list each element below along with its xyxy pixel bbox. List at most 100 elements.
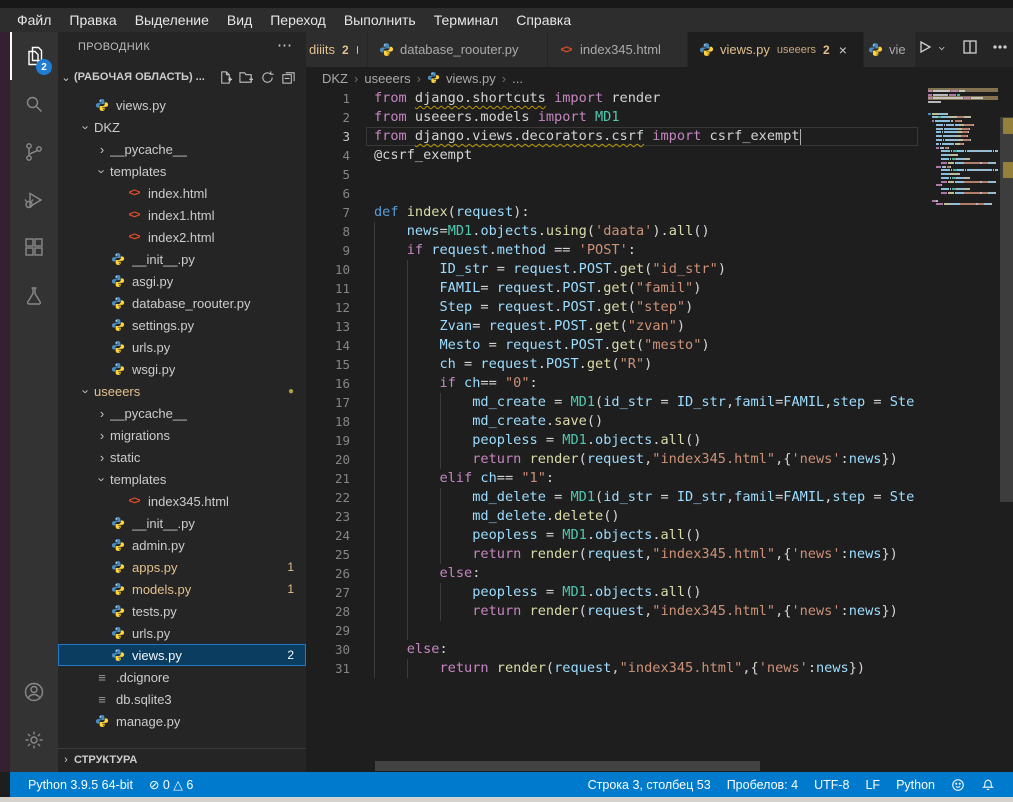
activity-source-control-icon[interactable] [10, 128, 58, 176]
tree-item-views.py[interactable]: views.py [58, 94, 306, 116]
feedback-icon[interactable] [943, 778, 973, 792]
tree-item-settings.py[interactable]: settings.py [58, 314, 306, 336]
cursor-position-status[interactable]: Строка 3, столбец 53 [580, 778, 719, 792]
tree-item-wsgi.py[interactable]: wsgi.py [58, 358, 306, 380]
tab-database_roouter.py[interactable]: database_roouter.py [368, 32, 548, 67]
code-line-16[interactable]: 16 if ch== "0": [306, 374, 922, 393]
breadcrumb-item-views.py[interactable]: views.py [446, 71, 496, 86]
menu-item-Переход[interactable]: Переход [261, 12, 335, 28]
code-line-25[interactable]: 25 return render(request,"index345.html"… [306, 545, 922, 564]
code-line-12[interactable]: 12 Step = request.POST.get("step") [306, 298, 922, 317]
tree-item-manage.py[interactable]: manage.py [58, 710, 306, 732]
tab-diiits[interactable]: diiits2 [306, 32, 368, 67]
tree-item-models.py[interactable]: models.py1 [58, 578, 306, 600]
tree-item-index2.html[interactable]: <>index2.html [58, 226, 306, 248]
refresh-icon[interactable] [260, 70, 275, 85]
tree-item-DKZ[interactable]: ›DKZ [58, 116, 306, 138]
python-interpreter-status[interactable]: Python 3.9.5 64-bit [20, 778, 141, 792]
tree-item-__pycache__[interactable]: ›__pycache__ [58, 138, 306, 160]
activity-run-debug-icon[interactable] [10, 176, 58, 224]
tree-item-.dcignore[interactable]: ≡.dcignore [58, 666, 306, 688]
breadcrumb-item-DKZ[interactable]: DKZ [322, 71, 348, 86]
code-line-4[interactable]: 4@csrf_exempt [306, 146, 922, 165]
tree-item-urls.py[interactable]: urls.py [58, 336, 306, 358]
eol-status[interactable]: LF [857, 778, 888, 792]
code-line-15[interactable]: 15 ch = request.POST.get("R") [306, 355, 922, 374]
problems-status[interactable]: ⊘ 0 △ 6 [141, 777, 201, 792]
activity-testing-icon[interactable] [10, 272, 58, 320]
code-line-24[interactable]: 24 peopless = MD1.objects.all() [306, 526, 922, 545]
code-line-11[interactable]: 11 FAMIL= request.POST.get("famil") [306, 279, 922, 298]
menu-item-Вид[interactable]: Вид [218, 12, 261, 28]
explorer-more-actions-icon[interactable]: ⋯ [277, 36, 292, 54]
collapse-all-icon[interactable] [281, 70, 296, 85]
language-mode-status[interactable]: Python [888, 778, 943, 792]
code-line-1[interactable]: 1from django.shortcuts import render [306, 89, 922, 108]
tree-item-urls.py[interactable]: urls.py [58, 622, 306, 644]
activity-extensions-icon[interactable] [10, 224, 58, 272]
code-line-3[interactable]: 3from django.views.decorators.csrf impor… [306, 127, 922, 146]
tree-item-migrations[interactable]: ›migrations [58, 424, 306, 446]
code-line-6[interactable]: 6 [306, 184, 922, 203]
tree-item-tests.py[interactable]: tests.py [58, 600, 306, 622]
tree-item-index345.html[interactable]: <>index345.html [58, 490, 306, 512]
code-line-19[interactable]: 19 peopless = MD1.objects.all() [306, 431, 922, 450]
code-line-30[interactable]: 30 else: [306, 640, 922, 659]
code-line-17[interactable]: 17 md_create = MD1(id_str = ID_str,famil… [306, 393, 922, 412]
code-line-29[interactable]: 29 [306, 621, 922, 640]
code-line-31[interactable]: 31 return render(request,"index345.html"… [306, 659, 922, 678]
tree-item-useeers[interactable]: ›useeers● [58, 380, 306, 402]
tree-item-__init__.py[interactable]: __init__.py [58, 248, 306, 270]
menu-item-Файл[interactable]: Файл [8, 12, 60, 28]
code-line-28[interactable]: 28 return render(request,"index345.html"… [306, 602, 922, 621]
run-dropdown-icon[interactable] [938, 41, 948, 59]
breadcrumb-item-...[interactable]: ... [512, 71, 523, 86]
code-line-22[interactable]: 22 md_delete = MD1(id_str = ID_str,famil… [306, 488, 922, 507]
code-area[interactable]: 1from django.shortcuts import render2fro… [306, 89, 922, 762]
code-line-9[interactable]: 9 if request.method == 'POST': [306, 241, 922, 260]
code-line-13[interactable]: 13 Zvan= request.POST.get("zvan") [306, 317, 922, 336]
tree-item-templates[interactable]: ›templates [58, 468, 306, 490]
vertical-scrollbar[interactable] [1000, 85, 1013, 762]
tree-item-__pycache__[interactable]: ›__pycache__ [58, 402, 306, 424]
menu-item-Терминал[interactable]: Терминал [425, 12, 507, 28]
menu-item-Выделение[interactable]: Выделение [126, 12, 218, 28]
close-icon[interactable]: × [839, 42, 847, 58]
encoding-status[interactable]: UTF-8 [806, 778, 857, 792]
tab-views.py[interactable]: views.pyuseeers2× [688, 32, 864, 67]
activity-settings-gear-icon[interactable] [10, 716, 58, 764]
code-line-10[interactable]: 10 ID_str = request.POST.get("id_str") [306, 260, 922, 279]
code-line-2[interactable]: 2from useeers.models import MD1 [306, 108, 922, 127]
tree-item-index.html[interactable]: <>index.html [58, 182, 306, 204]
workspace-section-header[interactable]: ⌄ (РАБОЧАЯ ОБЛАСТЬ) ... [58, 66, 306, 88]
code-line-21[interactable]: 21 elif ch== "1": [306, 469, 922, 488]
run-icon[interactable] [916, 39, 932, 60]
code-line-27[interactable]: 27 peopless = MD1.objects.all() [306, 583, 922, 602]
activity-account-icon[interactable] [10, 668, 58, 716]
breadcrumb-item-useeers[interactable]: useeers [364, 71, 410, 86]
code-line-20[interactable]: 20 return render(request,"index345.html"… [306, 450, 922, 469]
code-line-8[interactable]: 8 news=MD1.objects.using('daata').all() [306, 222, 922, 241]
tree-item-templates[interactable]: ›templates [58, 160, 306, 182]
code-line-23[interactable]: 23 md_delete.delete() [306, 507, 922, 526]
activity-explorer-icon[interactable]: 2 [10, 32, 58, 80]
code-line-14[interactable]: 14 Mesto = request.POST.get("mesto") [306, 336, 922, 355]
tree-item-static[interactable]: ›static [58, 446, 306, 468]
tree-item-asgi.py[interactable]: asgi.py [58, 270, 306, 292]
tree-item-apps.py[interactable]: apps.py1 [58, 556, 306, 578]
minimap[interactable] [928, 89, 1000, 762]
more-actions-icon[interactable] [992, 39, 1008, 60]
indentation-status[interactable]: Пробелов: 4 [719, 778, 806, 792]
bell-icon[interactable] [973, 778, 1003, 792]
code-line-7[interactable]: 7def index(request): [306, 203, 922, 222]
code-line-5[interactable]: 5 [306, 165, 922, 184]
menu-item-Выполнить[interactable]: Выполнить [335, 12, 425, 28]
split-editor-icon[interactable] [962, 39, 978, 60]
new-folder-icon[interactable] [239, 70, 254, 85]
tree-item-db.sqlite3[interactable]: ≡db.sqlite3 [58, 688, 306, 710]
tree-item-views.py[interactable]: views.py2 [58, 644, 306, 666]
activity-search-icon[interactable] [10, 80, 58, 128]
outline-section-header[interactable]: › СТРУКТУРА [58, 748, 306, 770]
tree-item-__init__.py[interactable]: __init__.py [58, 512, 306, 534]
code-line-18[interactable]: 18 md_create.save() [306, 412, 922, 431]
